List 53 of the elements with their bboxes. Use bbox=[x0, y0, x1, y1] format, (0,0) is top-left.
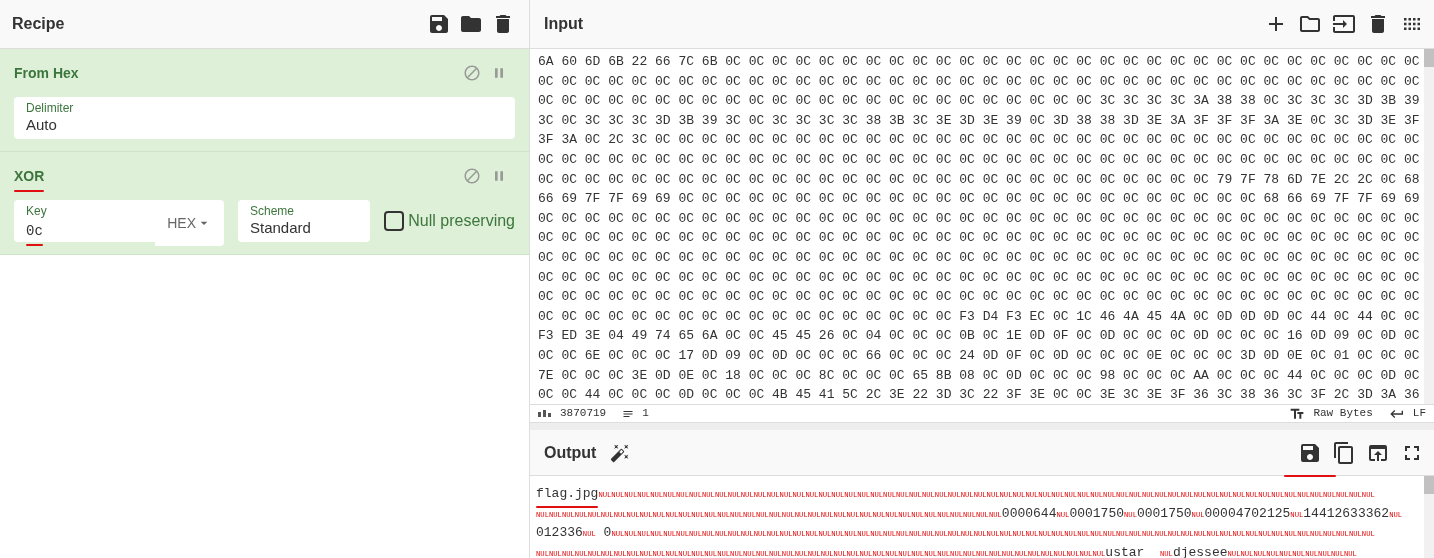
hex-line: 0C 0C 0C 0C 0C 0C 0C 0C 0C 0C 0C 0C 0C 0C 0C 0C 0C 0C 0C 0C 0C 0C 0C 0C 0C 0C 0C 0C 0C 0C 0C 0C 0C 0C 0C 0C 0C 0C bbox=[538, 268, 1421, 287]
hex-line: 0C 0C 6E 0C 0C 0C 17 0D 09 0C 0D 0C 0C 0C 66 0C 0C 0C 24 0D 0F 0C 0D 0C 0C 0C 0E 0C 0C 0C 3D 0D 0E 0C 01 0C 0C 0C bbox=[538, 346, 1421, 365]
hex-line: 0C 0C 44 0C 0C 0C 0D 0C 0C 0C 4B 45 41 5C 2C 3E 22 3D 3C 22 3F 3E 0C 0C 3E 3C 3E 3F 36 3C 38 36 3C 3F 2C 3D 3A 36 bbox=[538, 386, 1421, 404]
hex-line: 0C 0C 0C 0C 0C 0C 0C 0C 0C 0C 0C 0C 0C 0C 0C 0C 0C 0C 0C 0C 0C 0C 0C 0C 0C 0C 0C 0C 0C 0C 0C 0C 0C 0C 0C 0C 0C 0C bbox=[538, 209, 1421, 228]
operation-title: From Hex bbox=[14, 65, 79, 81]
output-text: 0001750 bbox=[1136, 505, 1192, 521]
field-label: Delimiter bbox=[26, 101, 75, 115]
eol-label[interactable]: LF bbox=[1412, 405, 1426, 422]
checkbox-label: Null preserving bbox=[408, 211, 515, 231]
hex-line: 3C 0C 3C 3C 3C 3D 3B 39 3C 0C 3C 3C 3C 3C 38 3B 3C 3E 3D 3E 39 0C 3D 38 38 3D 3E 3A 3F 3F 3F 3A 3E 0C 3C 3D 3E 3F bbox=[538, 111, 1421, 130]
line-count: 1 bbox=[642, 406, 649, 422]
output-text: 00004702125 bbox=[1204, 505, 1291, 521]
hex-line: 3F 3A 0C 2C 3C 0C 0C 0C 0C 0C 0C 0C 0C 0C 0C 0C 0C 0C 0C 0C 0C 0C 0C 0C 0C 0C 0C 0C 0C 0C 0C 0C 0C 0C 0C 0C 0C 0C bbox=[538, 131, 1421, 150]
output-text: ustar bbox=[1105, 544, 1146, 558]
hex-line: 0C 0C 0C 0C 0C 0C 0C 0C 0C 0C 0C 0C 0C 0C 0C 0C 0C 0C 0C 0C 0C 0C 0C 0C 3C 3C 3C 3C 3A 38 38 0C 3C 3C 3C 3D 3B 39 bbox=[538, 92, 1421, 111]
checkbox[interactable] bbox=[384, 211, 405, 231]
hex-line: F3 ED 3E 04 49 74 65 6A 0C 0C 45 45 26 0C 04 0C 0C 0C 0B 0C 1E 0D 0F 0C 0D 0C 0C 0C 0D 0C 0C 0C 16 0D 09 0C 0D 0C bbox=[538, 327, 1421, 346]
hex-line: 66 69 7F 7F 69 69 0C 0C 0C 0C 0C 0C 0C 0C 0C 0C 0C 0C 0C 0C 0C 0C 0C 0C 0C 0C 0C 0C 0C 0C 0C 68 66 69 7F 7F 69 69 bbox=[538, 190, 1421, 209]
output-text: 012336 bbox=[536, 525, 583, 540]
field-value: 0c bbox=[26, 223, 43, 239]
output-text: 0001750 bbox=[1069, 505, 1124, 521]
output-text: djessee bbox=[1172, 544, 1228, 558]
hex-line: 0C 0C 0C 0C 0C 0C 0C 0C 0C 0C 0C 0C 0C 0C 0C 0C 0C 0C F3 D4 F3 EC 0C 1C 46 4A 45 4A 0C 0D 0D 0D 0C 44 0C 44 0C 0C bbox=[538, 307, 1421, 326]
output-text: 0000644 bbox=[1001, 505, 1057, 521]
field-value: Auto bbox=[26, 115, 58, 135]
panel-title: Input bbox=[544, 14, 585, 34]
magic-wand-icon[interactable] bbox=[610, 442, 631, 463]
encoding-label[interactable]: Raw Bytes bbox=[1313, 405, 1373, 422]
hex-line: 0C 0C 0C 0C 0C 0C 0C 0C 0C 0C 0C 0C 0C 0C 0C 0C 0C 0C 0C 0C 0C 0C 0C 0C 0C 0C 0C 0C 0C 0C 0C 0C 0C 0C 0C 0C 0C 0C bbox=[538, 248, 1421, 267]
panel-title: Recipe bbox=[12, 14, 66, 34]
hex-line: 7E 0C 0C 0C 3E 0D 0E 0C 18 0C 0C 0C 8C 0C 0C 0C 65 8B 08 0C 0D 0C 0C 0C 98 0C 0C 0C AA 0C 0C 0C 44 0C 0C 0C 0D 0C bbox=[538, 366, 1421, 385]
hex-line: 0C 0C 0C 0C 0C 0C 0C 0C 0C 0C 0C 0C 0C 0C 0C 0C 0C 0C 0C 0C 0C 0C 0C 0C 0C 0C 0C 0C 0C 0C 0C 0C 0C 0C 0C 0C 0C 0C bbox=[538, 229, 1421, 248]
hex-line: 0C 0C 0C 0C 0C 0C 0C 0C 0C 0C 0C 0C 0C 0C 0C 0C 0C 0C 0C 0C 0C 0C 0C 0C 0C 0C 0C 0C 0C 0C 0C 0C 0C 0C 0C 0C 0C 0C bbox=[538, 150, 1421, 169]
format-dropdown[interactable]: HEX bbox=[155, 200, 224, 246]
output-text: flag.jpg bbox=[536, 486, 599, 501]
scrollbar[interactable] bbox=[1424, 476, 1434, 558]
output-text: 14412633362 bbox=[1303, 505, 1390, 521]
hex-line: 0C 0C 0C 0C 0C 0C 0C 0C 0C 0C 0C 0C 0C 0C 0C 0C 0C 0C 0C 0C 0C 0C 0C 0C 0C 0C 0C 0C 0C 79 7F 78 6D 7E 2C 2C 0C 68 bbox=[538, 170, 1421, 189]
hex-line: 0C 0C 0C 0C 0C 0C 0C 0C 0C 0C 0C 0C 0C 0C 0C 0C 0C 0C 0C 0C 0C 0C 0C 0C 0C 0C 0C 0C 0C 0C 0C 0C 0C 0C 0C 0C 0C 0C bbox=[538, 288, 1421, 307]
field-value: Standard bbox=[250, 218, 312, 238]
length-count: 3870719 bbox=[560, 406, 607, 422]
checkbox-option[interactable]: Null preserving bbox=[384, 209, 515, 233]
panel-title: Output bbox=[544, 442, 597, 463]
operation-title: XOR bbox=[14, 168, 45, 184]
scrollbar[interactable] bbox=[1424, 49, 1434, 404]
argument-field[interactable]: Delimiter Auto bbox=[14, 97, 515, 139]
length-icon bbox=[538, 409, 552, 418]
field-label: Scheme bbox=[250, 204, 296, 218]
output-text: 0 bbox=[602, 525, 612, 540]
argument-field[interactable]: Scheme Standard bbox=[238, 200, 371, 242]
field-label: Key bbox=[26, 204, 48, 218]
hex-line: 6A 60 6D 6B 22 66 7C 6B 0C 0C 0C 0C 0C 0C 0C 0C 0C 0C 0C 0C 0C 0C 0C 0C 0C 0C 0C 0C 0C 0C 0C 0C 0C 0C 0C 0C 0C 0C bbox=[538, 53, 1421, 71]
hex-line: 0C 0C 0C 0C 0C 0C 0C 0C 0C 0C 0C 0C 0C 0C 0C 0C 0C 0C 0C 0C 0C 0C 0C 0C 0C 0C 0C 0C 0C 0C 0C 0C 0C 0C 0C 0C 0C 0C bbox=[538, 72, 1421, 91]
